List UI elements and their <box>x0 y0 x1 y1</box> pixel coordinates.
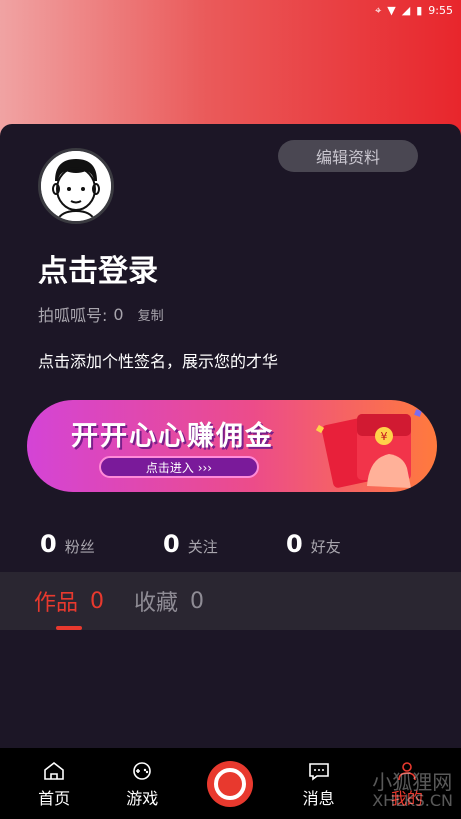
avatar[interactable] <box>38 148 114 224</box>
edit-profile-button[interactable]: 编辑资料 <box>278 140 418 172</box>
stat-fans[interactable]: 0 粉丝 <box>40 530 163 558</box>
stat-following-label: 关注 <box>187 538 218 556</box>
copy-id-button[interactable]: 复制 <box>138 305 164 324</box>
stat-friends[interactable]: 0 好友 <box>286 530 409 558</box>
location-icon: ⌖ <box>375 3 382 17</box>
stat-following[interactable]: 0 关注 <box>163 530 286 558</box>
active-tab-indicator <box>56 626 82 630</box>
watermark-line1: 小狐狸网 <box>372 770 453 794</box>
login-prompt[interactable]: 点击登录 <box>38 246 158 290</box>
header-background <box>0 0 461 140</box>
signature-prompt[interactable]: 点击添加个性签名，展示您的才华 <box>38 348 278 372</box>
record-icon <box>214 767 247 800</box>
stat-friends-count: 0 <box>286 530 303 558</box>
avatar-face-icon <box>41 151 111 221</box>
status-bar: ⌖ ▼ ◢ ▮ 9:55 <box>0 0 461 20</box>
banner-enter-button[interactable]: 点击进入 ››› <box>99 456 259 478</box>
stats-row: 0 粉丝 0 关注 0 好友 <box>40 530 409 558</box>
wifi-icon: ▼ <box>387 3 396 17</box>
user-id-row: 拍呱呱号: 0 复制 <box>38 302 164 326</box>
battery-icon: ▮ <box>416 3 423 17</box>
status-time: 9:55 <box>428 3 453 17</box>
nav-messages-label: 消息 <box>302 788 335 808</box>
message-icon <box>308 762 329 781</box>
tab-works-count: 0 <box>90 588 105 614</box>
signal-icon: ◢ <box>401 3 411 17</box>
tab-works-label: 作品 <box>34 591 79 616</box>
gamepad-icon <box>133 761 152 780</box>
user-id-value: 0 <box>113 304 124 324</box>
user-id-label: 拍呱呱号: <box>38 306 108 325</box>
nav-messages[interactable]: 消息 <box>284 759 354 809</box>
svg-text:¥: ¥ <box>381 430 388 443</box>
nav-home-label: 首页 <box>38 788 71 808</box>
commission-banner[interactable]: 开开心心赚佣金 点击进入 ››› ¥ <box>27 400 437 492</box>
stat-fans-count: 0 <box>40 530 57 558</box>
watermark: 小狐狸网 XHLKS.CN <box>372 772 453 810</box>
nav-games-label: 游戏 <box>126 788 159 808</box>
tab-favorites-count: 0 <box>190 588 205 614</box>
tab-favorites-label: 收藏 <box>134 591 179 616</box>
nav-home[interactable]: 首页 <box>19 759 89 809</box>
stat-fans-label: 粉丝 <box>64 538 95 556</box>
home-icon <box>44 761 64 780</box>
nav-games[interactable]: 游戏 <box>107 759 177 809</box>
tab-favorites[interactable]: 收藏 0 <box>134 585 204 617</box>
banner-title: 开开心心赚佣金 <box>71 421 274 452</box>
nav-record[interactable] <box>195 760 265 807</box>
stat-friends-label: 好友 <box>310 538 341 556</box>
stat-following-count: 0 <box>163 530 180 558</box>
content-tabs: 作品 0 收藏 0 <box>0 572 461 630</box>
watermark-line2: XHLKS.CN <box>372 791 453 810</box>
tab-works[interactable]: 作品 0 <box>34 585 104 617</box>
record-button[interactable] <box>207 760 254 807</box>
red-envelope-icon: ¥ <box>315 409 422 488</box>
